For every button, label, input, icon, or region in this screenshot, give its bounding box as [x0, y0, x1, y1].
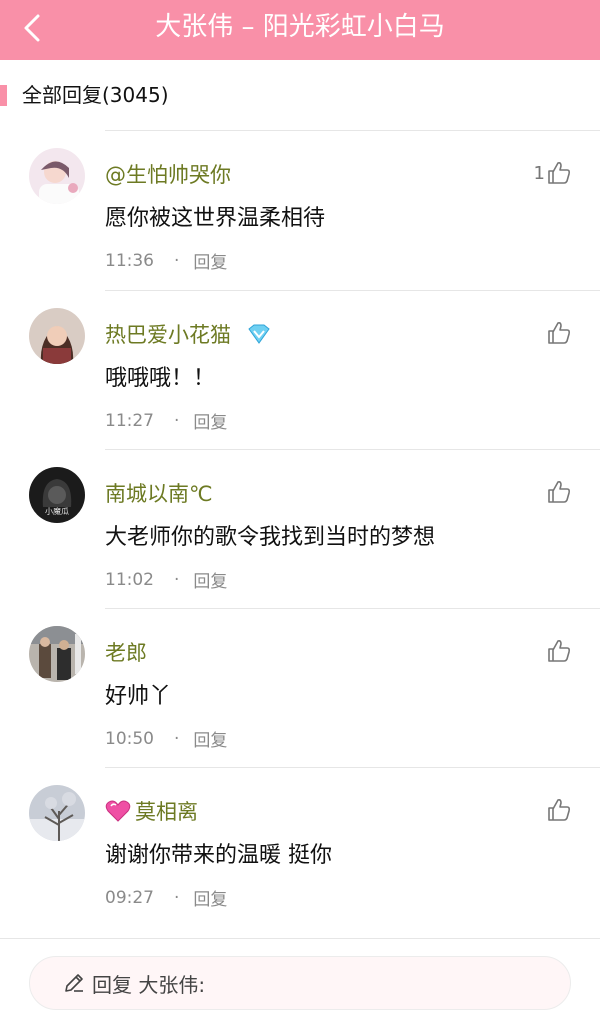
- like-button[interactable]: 1: [534, 160, 572, 186]
- username[interactable]: @生怕帅哭你: [105, 159, 231, 189]
- separator-dot: ·: [174, 887, 180, 908]
- like-count: 1: [533, 162, 545, 184]
- thumbs-up-icon: [548, 481, 571, 503]
- divider: [105, 767, 600, 768]
- avatar-caption: 小魔瓜: [45, 506, 69, 516]
- username[interactable]: 热巴爱小花猫: [105, 319, 231, 349]
- avatar[interactable]: [29, 626, 85, 682]
- comment-text: 大老师你的歌令我找到当时的梦想: [105, 525, 436, 550]
- separator-dot: ·: [174, 250, 180, 271]
- dark-hood-avatar-image: 小魔瓜: [29, 467, 85, 523]
- comment-text: 哦哦哦！！: [105, 366, 216, 391]
- timestamp: 11:02: [105, 569, 154, 590]
- heart-icon: [105, 800, 131, 822]
- comment-item: 热巴爱小花猫 哦哦哦！！ 11:27 · 回复: [0, 290, 600, 449]
- section-accent-bar: [0, 85, 7, 106]
- like-button[interactable]: [546, 797, 572, 823]
- avatar[interactable]: [29, 785, 85, 841]
- girl-photo-avatar-image: [29, 308, 85, 364]
- like-button[interactable]: [546, 320, 572, 346]
- avatar[interactable]: [29, 148, 85, 204]
- thumbs-up-icon: [548, 162, 571, 184]
- thumbs-up-icon: [548, 799, 571, 821]
- avatar[interactable]: [29, 308, 85, 364]
- comment-item: @生怕帅哭你 愿你被这世界温柔相待 11:36 · 回复 1: [0, 130, 600, 289]
- separator-dot: ·: [174, 728, 180, 749]
- reply-input[interactable]: 回复 大张伟:: [29, 956, 571, 1010]
- comment-text: 好帅丫: [105, 684, 172, 709]
- separator-dot: ·: [174, 410, 180, 431]
- winter-tree-avatar-image: [29, 785, 85, 841]
- page-title: 大张伟 – 阳光彩虹小白马: [155, 12, 445, 42]
- reply-placeholder: 回复 大张伟:: [92, 972, 206, 997]
- all-replies-label: 全部回复(3045): [22, 83, 169, 107]
- top-bar: 大张伟 – 阳光彩虹小白马: [0, 0, 600, 60]
- vip-diamond-icon: [248, 324, 270, 344]
- thumbs-up-icon: [548, 322, 571, 344]
- pencil-icon: [65, 974, 83, 992]
- like-button[interactable]: [546, 479, 572, 505]
- comment-text: 愿你被这世界温柔相待: [105, 206, 326, 231]
- timestamp: 11:36: [105, 250, 154, 271]
- username[interactable]: 莫相离: [135, 796, 198, 826]
- divider: [105, 130, 600, 131]
- comment-item: 莫相离 谢谢你带来的温暖 挺你 09:27 · 回复: [0, 767, 600, 926]
- like-button[interactable]: [546, 638, 572, 664]
- username[interactable]: 南城以南℃: [105, 478, 213, 508]
- reply-link[interactable]: 回复: [193, 885, 227, 910]
- reply-link[interactable]: 回复: [193, 408, 227, 433]
- girl-avatar-image: [29, 148, 85, 204]
- comment-item: 老郎 好帅丫 10:50 · 回复: [0, 608, 600, 767]
- timestamp: 09:27: [105, 887, 154, 908]
- divider: [105, 449, 600, 450]
- comment-item: 小魔瓜 南城以南℃ 大老师你的歌令我找到当时的梦想 11:02 · 回复: [0, 449, 600, 608]
- divider: [105, 608, 600, 609]
- timestamp: 11:27: [105, 410, 154, 431]
- reply-bar: 回复 大张伟:: [0, 938, 600, 1025]
- thumbs-up-icon: [548, 640, 571, 662]
- divider: [105, 290, 600, 291]
- separator-dot: ·: [174, 569, 180, 590]
- reply-link[interactable]: 回复: [193, 248, 227, 273]
- street-photo-avatar-image: [29, 626, 85, 682]
- reply-link[interactable]: 回复: [193, 726, 227, 751]
- avatar[interactable]: 小魔瓜: [29, 467, 85, 523]
- comment-text: 谢谢你带来的温暖 挺你: [105, 843, 332, 868]
- reply-link[interactable]: 回复: [193, 567, 227, 592]
- username[interactable]: 老郎: [105, 637, 147, 667]
- timestamp: 10:50: [105, 728, 154, 749]
